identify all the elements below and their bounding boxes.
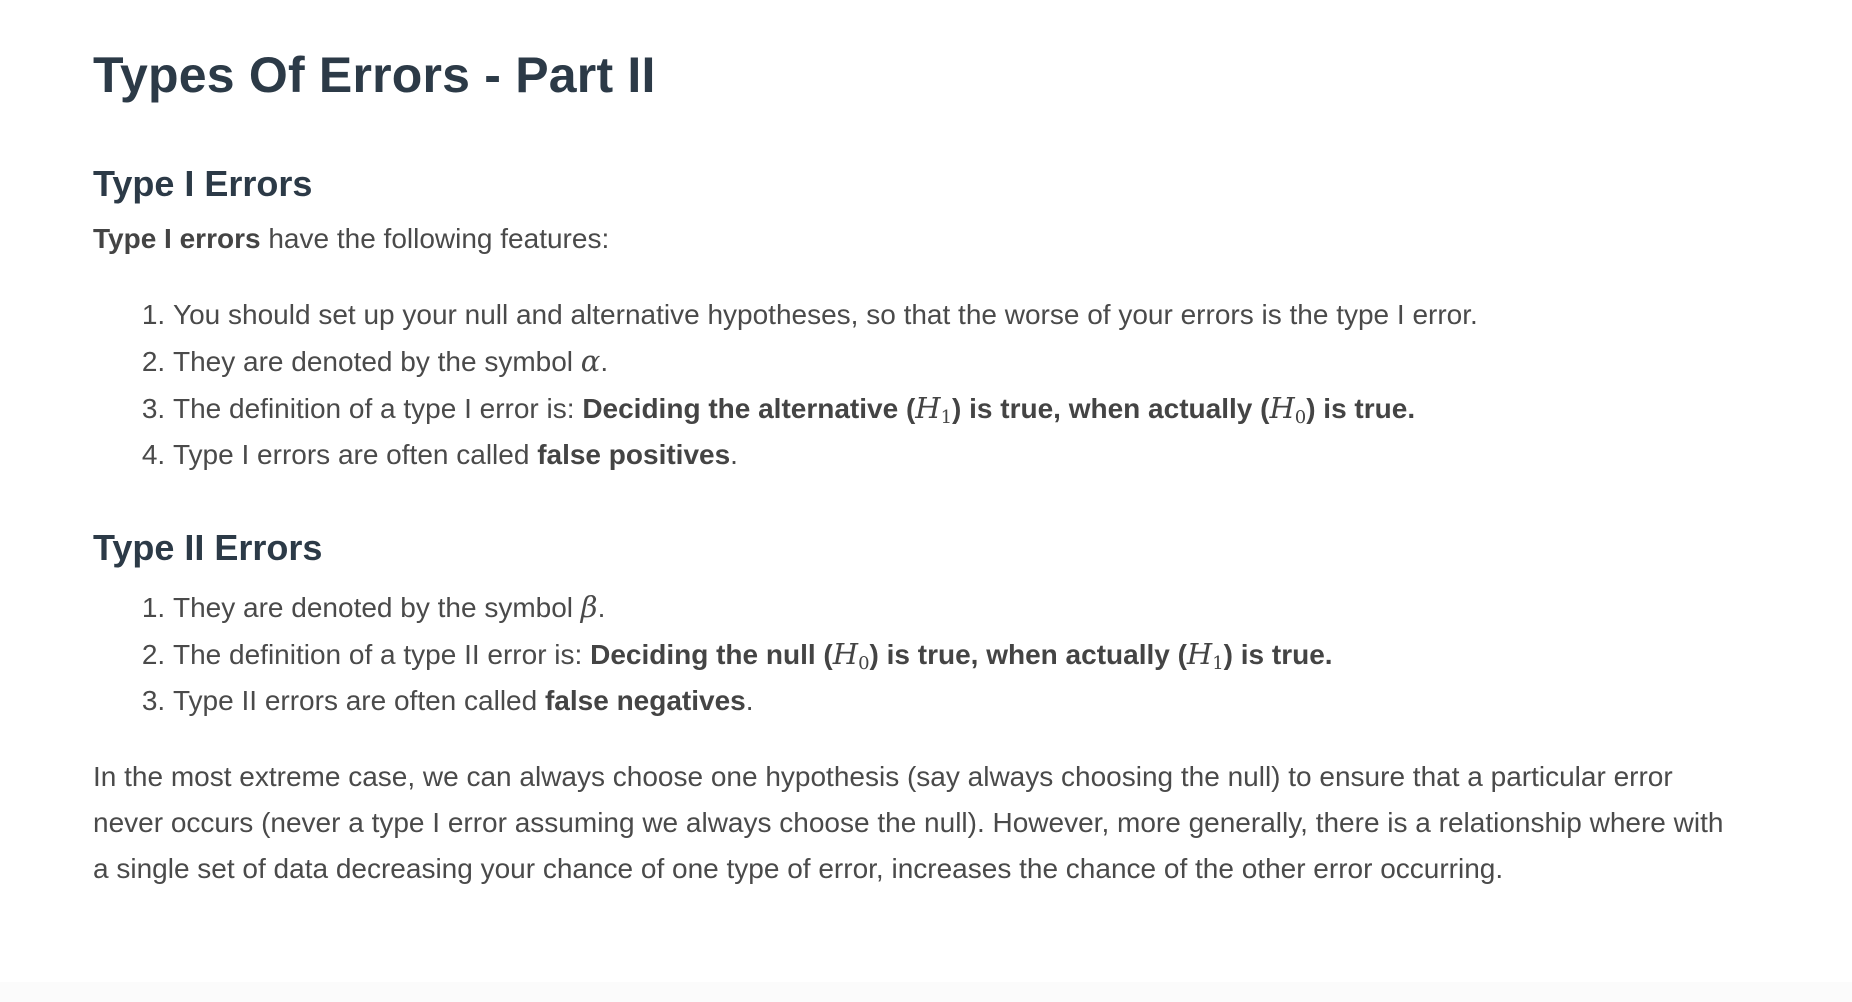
list-item-punct: .: [600, 346, 609, 377]
type-1-feature-list: You should set up your null and alternat…: [93, 292, 1733, 478]
definition-part: ) is true, when actually (: [952, 393, 1270, 424]
definition-part: Deciding the null (: [590, 639, 833, 670]
math-h1: H1: [915, 391, 953, 428]
list-item: They are denoted by the symbol β.: [173, 584, 1733, 631]
list-item-text: Type II errors are often called: [173, 685, 545, 716]
section-heading-type-1: Type I Errors: [93, 163, 313, 204]
section-heading-type-2: Type II Errors: [93, 527, 323, 568]
page-footer-band: [0, 982, 1852, 1002]
list-item-punct: .: [745, 685, 754, 716]
beta-symbol: β: [580, 590, 598, 624]
definition-part: ) is true, when actually (: [869, 639, 1187, 670]
math-subscript: 0: [858, 653, 870, 674]
false-positives-term: false positives: [537, 439, 731, 470]
math-subscript: 1: [1212, 653, 1224, 674]
list-item-text: The definition of a type I error is:: [173, 393, 583, 424]
type-1-intro: Type I errors have the following feature…: [93, 216, 1733, 262]
math-symbol: H: [1269, 391, 1295, 425]
list-item-text: They are denoted by the symbol: [173, 592, 581, 623]
false-negatives-term: false negatives: [544, 685, 746, 716]
list-item-punct: .: [597, 592, 606, 623]
math-h1: H1: [1186, 637, 1224, 674]
list-item-text: You should set up your null and alternat…: [173, 299, 1478, 330]
math-symbol: H: [1186, 637, 1213, 671]
alpha-symbol: α: [580, 344, 601, 378]
list-item: The definition of a type II error is: De…: [173, 631, 1733, 678]
type-2-feature-list: They are denoted by the symbol β. The de…: [93, 584, 1733, 724]
type-1-intro-text: have the following features:: [260, 223, 610, 254]
definition-part: Deciding the alternative (: [582, 393, 916, 424]
definition-part: ) is true.: [1306, 393, 1416, 424]
math-subscript: 0: [1294, 407, 1307, 428]
type-1-intro-bold: Type I errors: [93, 223, 261, 254]
list-item: The definition of a type I error is: Dec…: [173, 385, 1733, 432]
list-item-text: The definition of a type II error is:: [173, 639, 591, 670]
closing-paragraph: In the most extreme case, we can always …: [93, 761, 1724, 884]
definition-part: ) is true.: [1223, 639, 1333, 670]
list-item: Type I errors are often called false pos…: [173, 432, 1733, 478]
list-item-text: Type I errors are often called: [173, 439, 538, 470]
type-2-definition: Deciding the null (H0) is true, when act…: [590, 637, 1333, 674]
list-item-text: They are denoted by the symbol: [173, 346, 581, 377]
math-symbol: H: [832, 637, 859, 671]
page-title: Types Of Errors - Part II: [93, 47, 656, 103]
math-symbol: H: [915, 391, 941, 425]
math-subscript: 1: [940, 407, 953, 428]
list-item: Type II errors are often called false ne…: [173, 678, 1733, 724]
list-item-punct: .: [730, 439, 738, 470]
lesson-content: Types Of Errors - Part II Type I Errors …: [93, 40, 1733, 892]
list-item: They are denoted by the symbol α.: [173, 338, 1733, 385]
math-h0: H0: [1269, 391, 1307, 428]
list-item: You should set up your null and alternat…: [173, 292, 1733, 338]
type-1-definition: Deciding the alternative (H1) is true, w…: [582, 391, 1416, 428]
math-h0: H0: [832, 637, 870, 674]
